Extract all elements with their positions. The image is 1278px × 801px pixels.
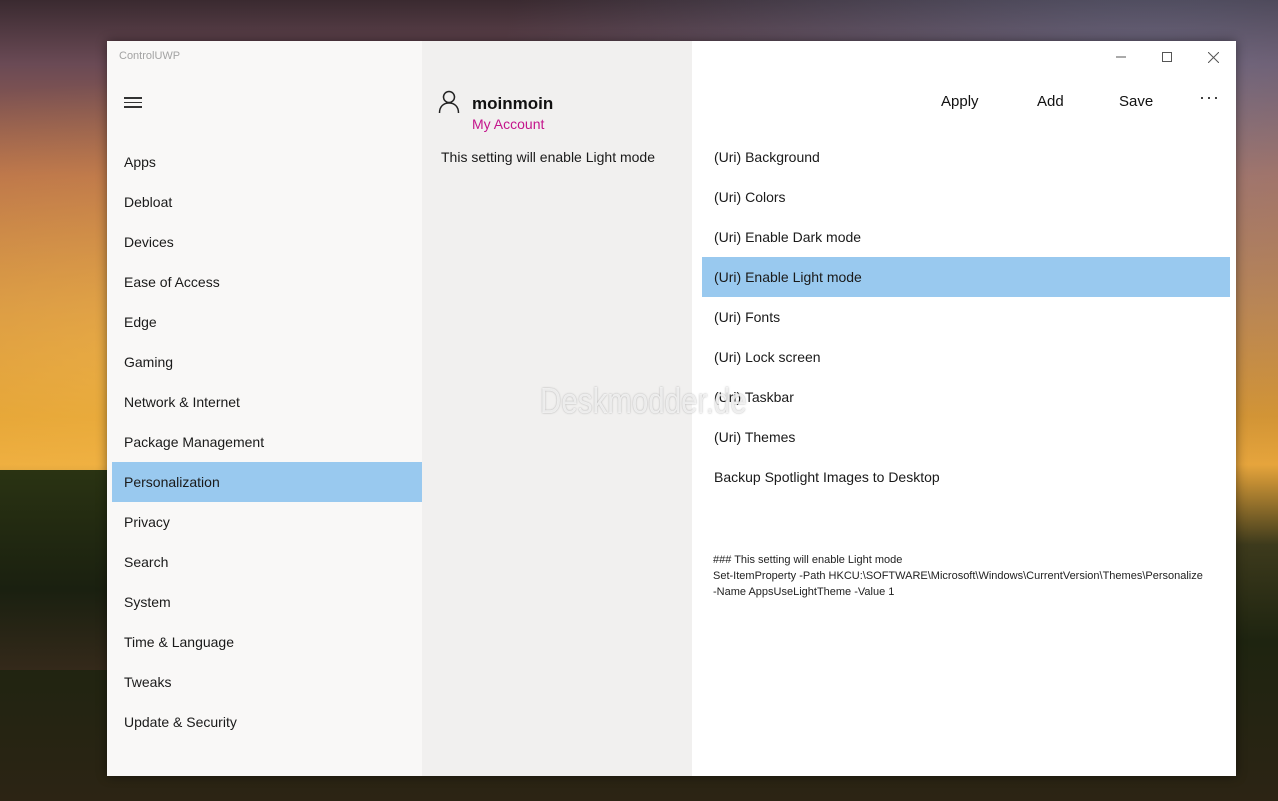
apply-button[interactable]: Apply (941, 93, 979, 110)
script-line: ### This setting will enable Light mode (713, 554, 903, 566)
nav-item-personalization[interactable]: Personalization (112, 462, 424, 502)
app-title: ControlUWP (119, 50, 181, 62)
nav-item-edge[interactable]: Edge (112, 302, 424, 342)
watermark: Deskmodder.de (540, 380, 747, 421)
nav-item-network-internet[interactable]: Network & Internet (112, 382, 424, 422)
nav-item-package-management[interactable]: Package Management (112, 422, 424, 462)
window-controls (1098, 41, 1236, 73)
setting-item-colors[interactable]: (Uri) Colors (702, 177, 1230, 217)
more-options-button[interactable]: ··· (1199, 87, 1220, 108)
script-line: Set-ItemProperty -Path HKCU:\SOFTWARE\Mi… (713, 570, 1203, 582)
script-preview[interactable]: ### This setting will enable Light mode S… (713, 552, 1233, 600)
script-line: -Name AppsUseLightTheme -Value 1 (713, 586, 895, 598)
setting-item-lock-screen[interactable]: (Uri) Lock screen (702, 337, 1230, 377)
setting-item-background[interactable]: (Uri) Background (702, 137, 1230, 177)
setting-item-taskbar[interactable]: (Uri) Taskbar (702, 377, 1230, 417)
setting-item-enable-light-mode[interactable]: (Uri) Enable Light mode (702, 257, 1230, 297)
maximize-icon[interactable] (1144, 41, 1190, 73)
setting-item-themes[interactable]: (Uri) Themes (702, 417, 1230, 457)
setting-item-fonts[interactable]: (Uri) Fonts (702, 297, 1230, 337)
my-account-link[interactable]: My Account (472, 116, 544, 132)
setting-item-enable-dark-mode[interactable]: (Uri) Enable Dark mode (702, 217, 1230, 257)
save-button[interactable]: Save (1119, 93, 1153, 110)
user-icon[interactable] (438, 90, 460, 114)
setting-item-backup-spotlight[interactable]: Backup Spotlight Images to Desktop (702, 457, 1230, 497)
nav-item-update-security[interactable]: Update & Security (112, 702, 424, 742)
setting-description: This setting will enable Light mode (441, 149, 656, 165)
nav-item-gaming[interactable]: Gaming (112, 342, 424, 382)
hamburger-menu-icon[interactable] (124, 97, 142, 111)
nav-item-devices[interactable]: Devices (112, 222, 424, 262)
nav-item-system[interactable]: System (112, 582, 424, 622)
nav-item-search[interactable]: Search (112, 542, 424, 582)
user-name: moinmoin (472, 94, 554, 113)
command-bar: Apply Add Save ··· (692, 87, 1236, 117)
minimize-icon[interactable] (1098, 41, 1144, 73)
settings-pane: Apply Add Save ··· (Uri) Background (Uri… (692, 41, 1236, 776)
nav-item-tweaks[interactable]: Tweaks (112, 662, 424, 702)
navigation-pane: ControlUWP Apps Debloat Devices Ease of … (107, 41, 424, 776)
nav-item-apps[interactable]: Apps (112, 142, 424, 182)
desktop-background-trees (0, 470, 110, 670)
settings-list: (Uri) Background (Uri) Colors (Uri) Enab… (702, 137, 1230, 497)
nav-item-debloat[interactable]: Debloat (112, 182, 424, 222)
nav-item-time-language[interactable]: Time & Language (112, 622, 424, 662)
add-button[interactable]: Add (1037, 93, 1064, 110)
nav-item-privacy[interactable]: Privacy (112, 502, 424, 542)
nav-item-ease-of-access[interactable]: Ease of Access (112, 262, 424, 302)
close-icon[interactable] (1190, 41, 1236, 73)
nav-list: Apps Debloat Devices Ease of Access Edge… (112, 142, 424, 742)
